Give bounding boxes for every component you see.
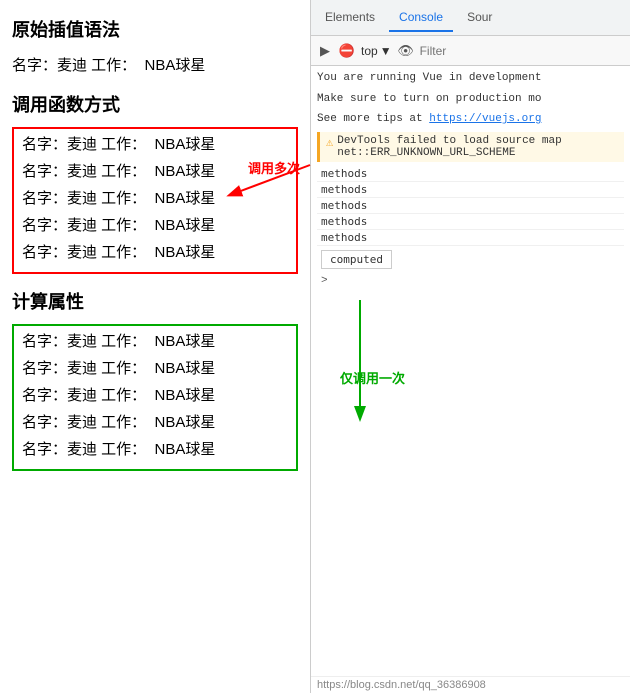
section3-row-3: 名字：麦迪 工作： NBA球星 — [22, 384, 288, 405]
devtools-toolbar: ▶ ⛔ top ▼ 👁 — [311, 36, 630, 66]
log-entry-1: methods — [317, 166, 624, 182]
warning-text: DevTools failed to load source map net::… — [337, 135, 561, 159]
main-wrapper: 原始插值语法 名字：麦迪 工作： NBA球星 调用函数方式 名字：麦迪 工作： … — [0, 0, 630, 693]
section3-row-4: 名字：麦迪 工作： NBA球星 — [22, 411, 288, 432]
footer-link: https://blog.csdn.net/qq_36386908 — [311, 676, 630, 693]
section3-row-2: 名字：麦迪 工作： NBA球星 — [22, 357, 288, 378]
devtools-console[interactable]: You are running Vue in development Make … — [311, 66, 630, 676]
section1-row: 名字：麦迪 工作： NBA球星 — [12, 52, 298, 77]
tab-sources[interactable]: Sour — [457, 4, 502, 32]
log-entry-5: methods — [317, 230, 624, 246]
tab-console[interactable]: Console — [389, 4, 453, 32]
green-box: 名字：麦迪 工作： NBA球星 名字：麦迪 工作： NBA球星 名字：麦迪 工作… — [12, 324, 298, 471]
section2-row-3: 名字：麦迪 工作： NBA球星 — [22, 187, 288, 208]
console-expand-arrow[interactable]: > — [317, 273, 624, 289]
console-text-3: See more tips at https://vuejs.org — [317, 111, 624, 128]
console-warning: ⚠ DevTools failed to load source map net… — [317, 132, 624, 162]
left-panel: 原始插值语法 名字：麦迪 工作： NBA球星 调用函数方式 名字：麦迪 工作： … — [0, 0, 310, 693]
vue-link[interactable]: https://vuejs.org — [429, 113, 541, 125]
section2-row-5: 名字：麦迪 工作： NBA球星 — [22, 241, 288, 262]
section3-row-5: 名字：麦迪 工作： NBA球星 — [22, 438, 288, 459]
tab-elements[interactable]: Elements — [315, 4, 385, 32]
computed-entry: computed — [317, 248, 624, 271]
log-entry-2: methods — [317, 182, 624, 198]
context-dropdown-icon: ▼ — [380, 44, 392, 58]
warning-icon: ⚠ — [326, 135, 333, 159]
section2-row-1: 名字：麦迪 工作： NBA球星 — [22, 133, 288, 154]
section1-title: 原始插值语法 — [12, 16, 298, 42]
computed-label: computed — [321, 250, 392, 269]
red-box: 名字：麦迪 工作： NBA球星 名字：麦迪 工作： NBA球星 名字：麦迪 工作… — [12, 127, 298, 274]
eye-icon[interactable]: 👁 — [398, 43, 414, 59]
section3-title: 计算属性 — [12, 288, 298, 314]
devtools-tabs: Elements Console Sour — [311, 0, 630, 36]
filter-input[interactable] — [420, 44, 624, 58]
play-icon[interactable]: ▶ — [317, 43, 333, 59]
log-entry-4: methods — [317, 214, 624, 230]
section2-row-2: 名字：麦迪 工作： NBA球星 — [22, 160, 288, 181]
section2-row-4: 名字：麦迪 工作： NBA球星 — [22, 214, 288, 235]
section3-row-1: 名字：麦迪 工作： NBA球星 — [22, 330, 288, 351]
log-entry-3: methods — [317, 198, 624, 214]
name-label: 名字：麦迪 工作： NBA球星 — [12, 57, 205, 74]
right-panel: Elements Console Sour ▶ ⛔ top ▼ 👁 — [310, 0, 630, 693]
clear-icon[interactable]: ⛔ — [339, 43, 355, 59]
context-label: top — [361, 44, 378, 58]
console-log-block: methods methods methods methods methods — [317, 166, 624, 246]
console-text-2: Make sure to turn on production mo — [317, 91, 624, 108]
section2-title: 调用函数方式 — [12, 91, 298, 117]
console-text-1: You are running Vue in development — [317, 70, 624, 87]
context-selector[interactable]: top ▼ — [361, 44, 392, 58]
